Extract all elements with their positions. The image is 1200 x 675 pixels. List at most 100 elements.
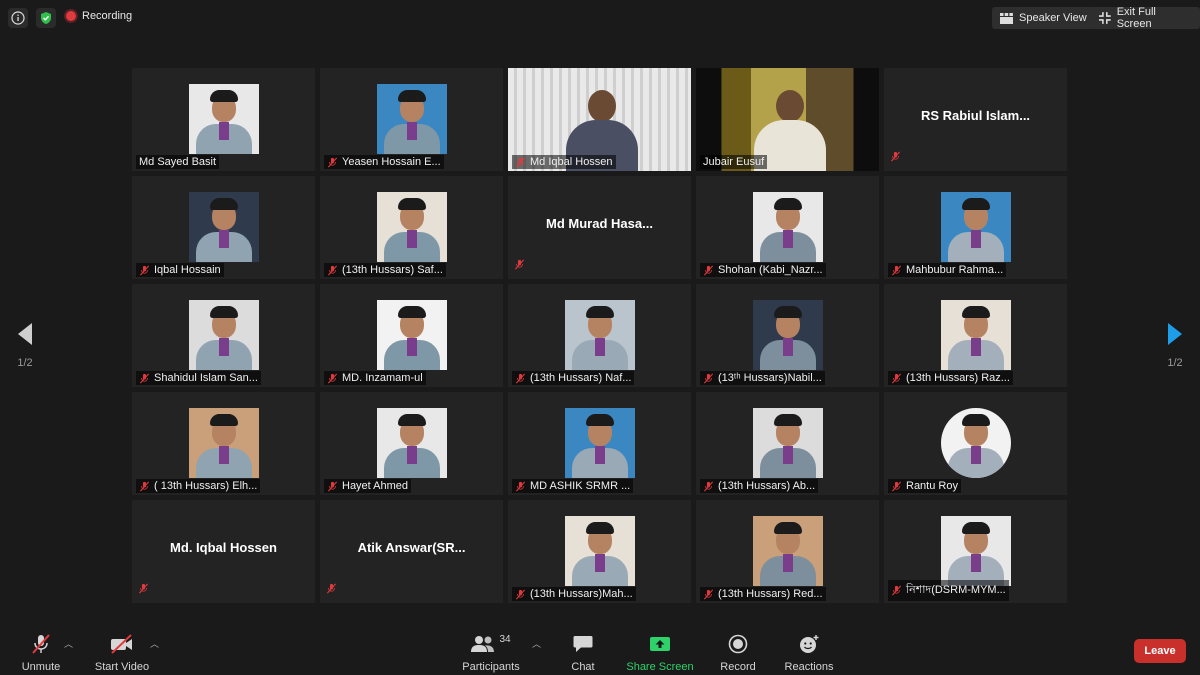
participant-avatar [753, 408, 823, 478]
participant-name: Md Sayed Basit [139, 156, 217, 168]
audio-options-caret-icon[interactable]: ︿ [64, 637, 73, 650]
share-screen-button[interactable]: Share Screen [626, 633, 694, 673]
participant-display-name: RS Rabiul Islam... [920, 108, 1031, 123]
participant-tile[interactable]: MD ASHIK SRMR ... [508, 392, 691, 495]
participants-button[interactable]: 34 Participants [460, 633, 522, 674]
microphone-muted-icon [326, 583, 337, 594]
participants-options-caret-icon[interactable]: ︿ [532, 637, 541, 650]
info-icon[interactable] [8, 8, 28, 28]
unmute-button[interactable]: Unmute [16, 633, 66, 673]
participant-name-label: (13th Hussars) Saf... [324, 263, 446, 277]
participant-tile[interactable]: (13th Hussars) Saf... [320, 176, 503, 279]
participant-avatar [377, 300, 447, 370]
previous-page-button[interactable]: 1/2 [10, 322, 40, 369]
participant-tile[interactable]: (13th Hussars) Red... [696, 500, 879, 603]
participant-avatar [565, 516, 635, 586]
share-screen-label: Share Screen [626, 661, 694, 673]
microphone-muted-icon [891, 265, 902, 275]
participant-name-label: নিশাদ(DSRM-MYM... [888, 580, 1009, 601]
participant-name-label: Yeasen Hossain E... [324, 155, 444, 169]
participants-count: 34 [499, 633, 511, 645]
participant-tile[interactable]: Hayet Ahmed [320, 392, 503, 495]
participant-name: MD. Inzamam-ul [342, 372, 423, 384]
participant-name-label: Iqbal Hossain [136, 263, 224, 277]
speaker-view-icon [1000, 12, 1013, 24]
participant-tile[interactable]: Md Murad Hasa... [508, 176, 691, 279]
exit-fullscreen-button[interactable]: Exit Full Screen [1091, 6, 1200, 30]
participant-tile[interactable]: Md. Iqbal Hossen [132, 500, 315, 603]
participant-name: (13th Hussars) Red... [718, 588, 823, 600]
chat-icon [573, 636, 593, 652]
participant-name: (13th Hussars)Mah... [530, 588, 633, 600]
participant-tile[interactable]: Rantu Roy [884, 392, 1067, 495]
participant-tile[interactable]: Iqbal Hossain [132, 176, 315, 279]
microphone-muted-icon [327, 373, 338, 383]
participant-tile[interactable]: (13th Hussars) Raz... [884, 284, 1067, 387]
participant-display-name: Md. Iqbal Hossen [170, 540, 277, 555]
participant-avatar [189, 300, 259, 370]
microphone-muted-icon [703, 481, 714, 491]
participants-icon [471, 636, 495, 652]
participant-avatar [941, 408, 1011, 478]
participant-name-label: ( 13th Hussars) Elh... [136, 479, 261, 493]
speaker-view-button[interactable]: Speaker View [992, 7, 1095, 29]
participant-tile[interactable]: Atik Answar(SR... [320, 500, 503, 603]
record-button[interactable]: Record [718, 633, 758, 673]
participant-name-label: Hayet Ahmed [324, 479, 412, 493]
unmute-label: Unmute [21, 661, 61, 673]
participant-tile[interactable]: Jubair Eusuf [696, 68, 879, 171]
participant-tile[interactable]: Mahbubur Rahma... [884, 176, 1067, 279]
microphone-muted-icon [891, 585, 902, 596]
participant-tile[interactable]: (13th Hussars) Naf... [508, 284, 691, 387]
participant-name-label: (13th Hussars) Red... [700, 587, 826, 601]
participant-tile[interactable]: RS Rabiul Islam... [884, 68, 1067, 171]
participant-tile[interactable]: MD. Inzamam-ul [320, 284, 503, 387]
participant-name-label: (13ᵗʰ Hussars)Nabil... [700, 371, 825, 385]
participant-tile[interactable]: Md Sayed Basit [132, 68, 315, 171]
start-video-label: Start Video [94, 661, 150, 673]
participant-name-label: Rantu Roy [888, 479, 961, 493]
participant-tile[interactable]: Shahidul Islam San... [132, 284, 315, 387]
meeting-toolbar: Unmute ︿ Start Video ︿ 34 Participants ︿… [0, 625, 1200, 675]
recording-label: Recording [82, 10, 133, 22]
reactions-button[interactable]: Reactions [782, 633, 836, 673]
chat-button[interactable]: Chat [566, 633, 600, 673]
video-options-caret-icon[interactable]: ︿ [150, 637, 159, 650]
participant-name: Rantu Roy [906, 480, 958, 492]
record-icon [728, 634, 748, 654]
leave-button[interactable]: Leave [1134, 639, 1186, 663]
microphone-muted-icon [138, 583, 149, 594]
microphone-muted-icon [703, 589, 714, 599]
recording-dot-icon [66, 11, 76, 21]
participant-name: Md Iqbal Hossen [530, 156, 613, 168]
microphone-muted-icon [891, 373, 902, 383]
speaker-view-label: Speaker View [1019, 12, 1087, 24]
exit-fullscreen-icon [1099, 12, 1111, 24]
microphone-muted-icon [515, 589, 526, 599]
next-page-button[interactable]: 1/2 [1160, 322, 1190, 369]
participant-tile[interactable]: Yeasen Hossain E... [320, 68, 503, 171]
share-screen-icon [650, 637, 670, 651]
participant-tile[interactable]: (13th Hussars) Ab... [696, 392, 879, 495]
participant-tile[interactable]: Md Iqbal Hossen [508, 68, 691, 171]
participant-name: Hayet Ahmed [342, 480, 409, 492]
participant-name: নিশাদ(DSRM-MYM... [906, 584, 1006, 596]
participant-name-label: Md Sayed Basit [136, 155, 220, 169]
participant-tile[interactable]: Shohan (Kabi_Nazr... [696, 176, 879, 279]
microphone-muted-icon [327, 157, 338, 167]
participant-tile[interactable]: (13th Hussars)Mah... [508, 500, 691, 603]
participant-avatar [189, 192, 259, 262]
participant-tile[interactable]: (13ᵗʰ Hussars)Nabil... [696, 284, 879, 387]
start-video-button[interactable]: Start Video [92, 633, 152, 673]
participant-name-label: Mahbubur Rahma... [888, 263, 1007, 277]
recording-indicator[interactable]: Recording [66, 10, 132, 22]
encryption-shield-icon[interactable] [36, 8, 56, 28]
participant-avatar [941, 192, 1011, 262]
participant-name-label: MD. Inzamam-ul [324, 371, 426, 385]
participant-tile[interactable]: ( 13th Hussars) Elh... [132, 392, 315, 495]
participant-name: Mahbubur Rahma... [906, 264, 1004, 276]
participant-name-label: Jubair Eusuf [700, 155, 768, 169]
participant-avatar [189, 408, 259, 478]
participant-tile[interactable]: নিশাদ(DSRM-MYM... [884, 500, 1067, 603]
participant-name-label: Shohan (Kabi_Nazr... [700, 263, 826, 277]
